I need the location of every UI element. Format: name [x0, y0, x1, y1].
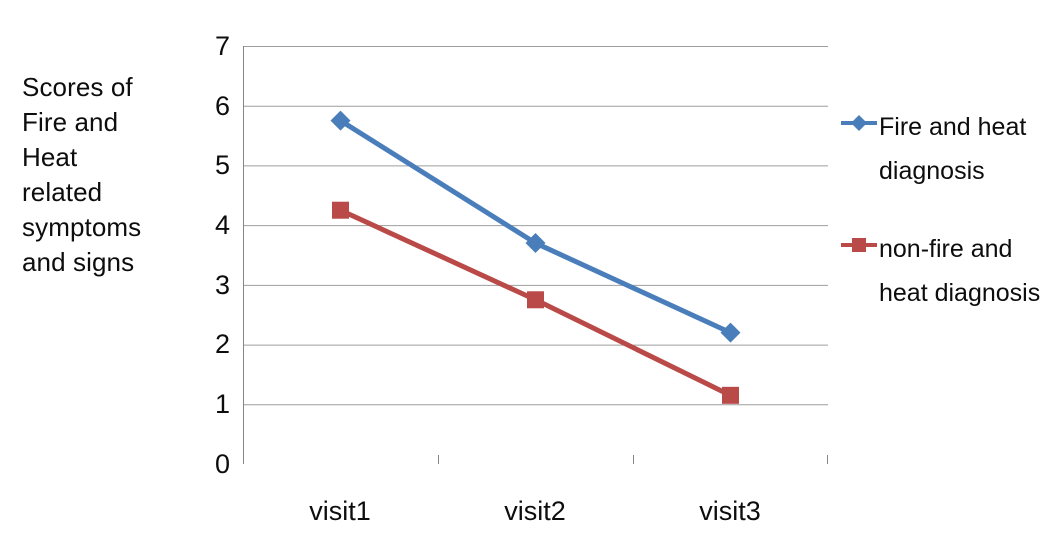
x-tick-label-visit2: visit2	[504, 496, 566, 526]
y-tick-label-1: 1	[214, 389, 230, 419]
y-axis-title: Scores of Fire and Heat related symptoms…	[22, 72, 142, 277]
y-tick-label-4: 4	[214, 210, 230, 240]
y-tick-label-7: 7	[214, 31, 230, 61]
y-tick-label-2: 2	[214, 329, 230, 359]
legend-marker-diamond-icon	[841, 112, 877, 134]
legend-entry-1[interactable]: non-fire and heat diagnosis	[841, 227, 1053, 315]
plot-canvas	[243, 46, 828, 464]
plot-area	[243, 46, 828, 464]
axis-lines	[243, 46, 828, 464]
legend-marker-square-icon	[841, 234, 877, 256]
series-layer	[330, 110, 741, 404]
data-point-0-2[interactable]	[720, 322, 741, 343]
chart-legend: Fire and heat diagnosis non-fire and hea…	[841, 105, 1053, 349]
data-point-1-2[interactable]	[722, 386, 739, 404]
line-chart: Scores of Fire and Heat related symptoms…	[0, 0, 1053, 554]
gridlines	[243, 46, 828, 406]
y-tick-label-5: 5	[214, 150, 230, 180]
y-tick-label-6: 6	[214, 91, 230, 121]
legend-entry-0[interactable]: Fire and heat diagnosis	[841, 105, 1053, 193]
data-point-1-0[interactable]	[332, 201, 349, 219]
data-point-1-1[interactable]	[527, 291, 544, 309]
legend-label-1: non-fire and heat diagnosis	[879, 235, 1041, 307]
y-tick-label-3: 3	[214, 270, 230, 300]
x-tick-label-visit3: visit3	[699, 496, 761, 526]
legend-label-0: Fire and heat diagnosis	[879, 113, 1027, 185]
y-tick-label-0: 0	[214, 449, 230, 479]
x-tick-label-visit1: visit1	[309, 496, 371, 526]
